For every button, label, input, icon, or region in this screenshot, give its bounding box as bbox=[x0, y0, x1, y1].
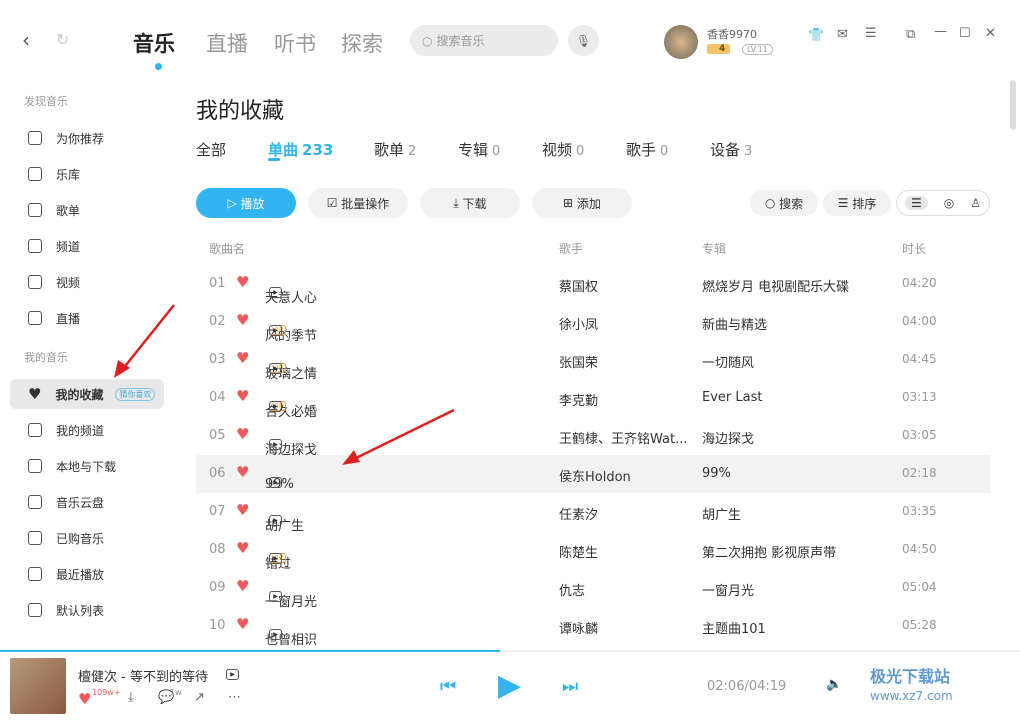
share-icon[interactable]: ↗ bbox=[194, 690, 205, 705]
watermark: 极光下载站 www.xz7.com bbox=[870, 667, 953, 704]
more-icon[interactable]: ⋯ bbox=[228, 690, 241, 705]
play-icon[interactable]: ▶ bbox=[498, 668, 521, 703]
next-icon[interactable]: ⏭ bbox=[562, 676, 578, 697]
download-vip-icon[interactable]: ⤓ bbox=[128, 690, 134, 705]
like-icon[interactable]: ♥ bbox=[78, 690, 91, 708]
now-playing-title[interactable]: 檀健次 - 等不到的等待 bbox=[78, 666, 208, 685]
annotation-arrows bbox=[114, 304, 455, 465]
time-display: 02:06/04:19 bbox=[707, 679, 787, 694]
progress-fill bbox=[0, 650, 500, 652]
previous-icon[interactable]: ⏮ bbox=[440, 676, 456, 697]
mv-icon[interactable]: ▶ bbox=[226, 669, 239, 680]
album-cover[interactable] bbox=[10, 658, 66, 714]
volume-icon[interactable]: 🔈 bbox=[826, 677, 842, 692]
comment-count: 1w bbox=[170, 688, 182, 697]
like-count: 109w+ bbox=[92, 688, 121, 697]
